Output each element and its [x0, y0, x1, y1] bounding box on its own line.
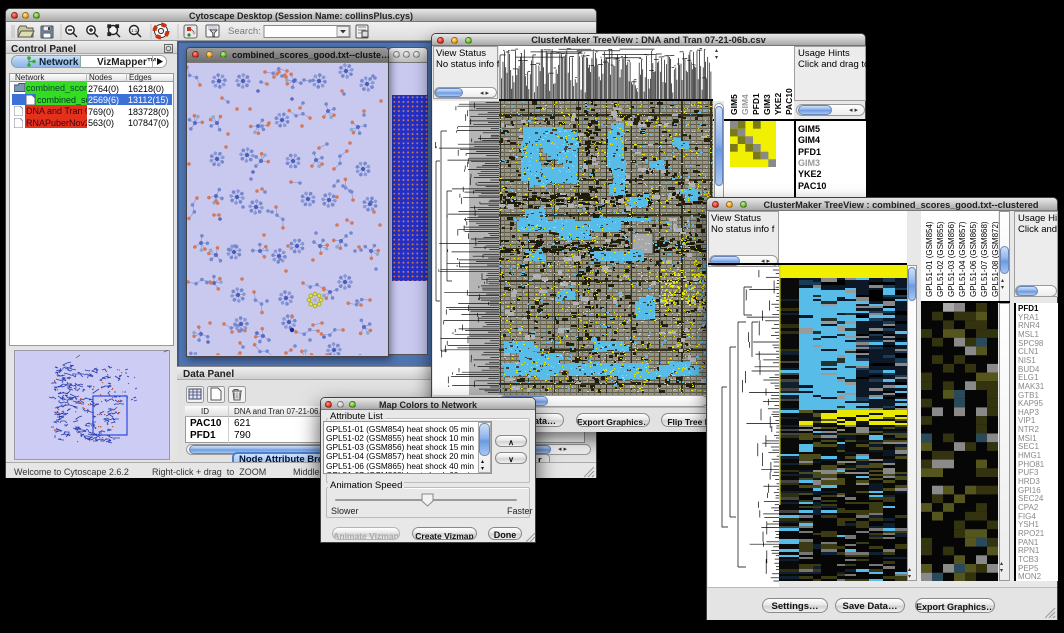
svg-text:1:1: 1:1: [131, 28, 138, 33]
svg-text:Search:: Search:: [228, 26, 261, 37]
